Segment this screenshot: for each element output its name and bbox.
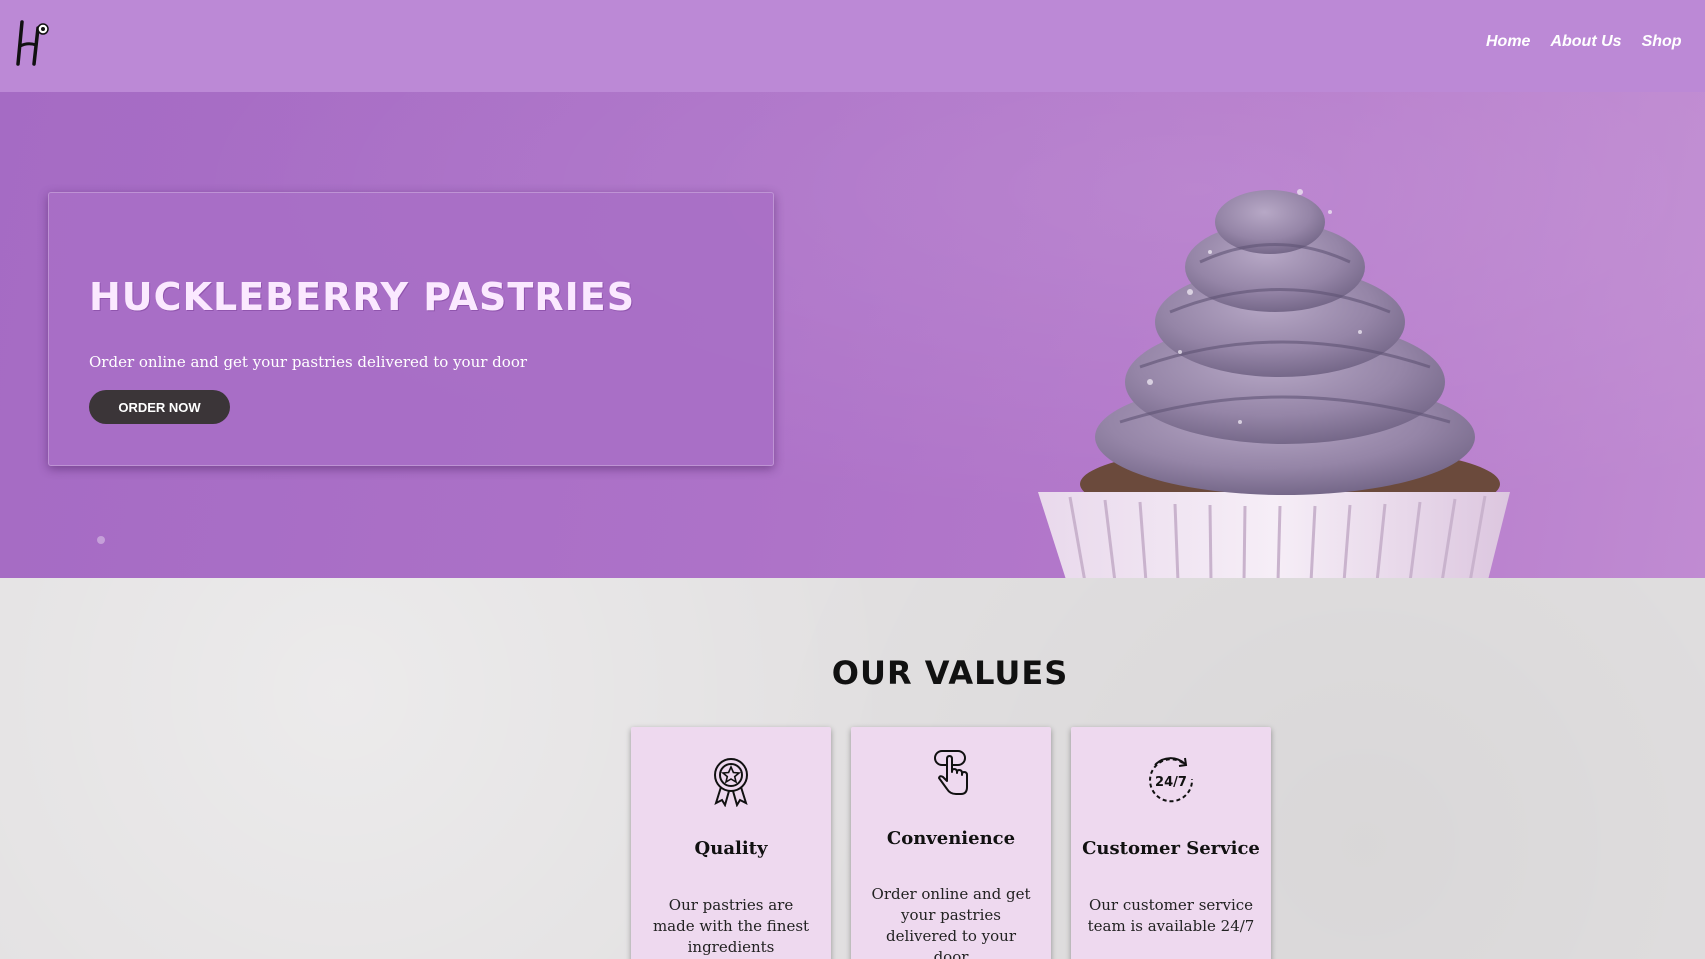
touch-tap-icon xyxy=(925,747,977,799)
svg-text:24/7: 24/7 xyxy=(1155,775,1187,790)
slider-dot[interactable] xyxy=(97,536,105,544)
values-title: OUR VALUES xyxy=(831,654,1069,692)
cupcake-image xyxy=(1030,152,1550,578)
hero-card: HUCKLEBERRY PASTRIES Order online and ge… xyxy=(48,192,774,466)
value-card-description: Our pastries are made with the finest in… xyxy=(652,896,810,956)
value-card-description: Order online and get your pastries deliv… xyxy=(871,885,1031,959)
support-24-7-icon: 24/7 xyxy=(1145,755,1197,807)
value-card-title: Customer Service xyxy=(1082,838,1260,859)
brand-logo-icon[interactable] xyxy=(14,14,54,70)
nav-link-shop[interactable]: Shop xyxy=(1642,33,1682,51)
main-nav: Home About Us Shop xyxy=(1486,33,1682,51)
order-now-button[interactable]: ORDER NOW xyxy=(89,390,230,424)
value-card-quality: Quality Our pastries are made with the f… xyxy=(631,727,831,959)
value-card-convenience: Convenience Order online and get your pa… xyxy=(851,727,1051,959)
nav-link-about-us[interactable]: About Us xyxy=(1550,33,1621,51)
hero-subtitle: Order online and get your pastries deliv… xyxy=(89,353,528,371)
hero-title: HUCKLEBERRY PASTRIES xyxy=(89,275,636,319)
value-card-customer-service: 24/7 Customer Service Our customer servi… xyxy=(1071,727,1271,959)
value-card-title: Quality xyxy=(694,838,768,859)
award-ribbon-icon xyxy=(705,755,757,808)
nav-link-home[interactable]: Home xyxy=(1486,33,1530,51)
top-navigation-bar: Home About Us Shop xyxy=(0,0,1705,92)
value-card-title: Convenience xyxy=(886,828,1016,849)
values-section: OUR VALUES Quality Our pastries are made… xyxy=(0,578,1705,959)
hero-section: HUCKLEBERRY PASTRIES Order online and ge… xyxy=(0,92,1705,578)
value-card-description: Our customer service team is available 2… xyxy=(1087,896,1255,935)
